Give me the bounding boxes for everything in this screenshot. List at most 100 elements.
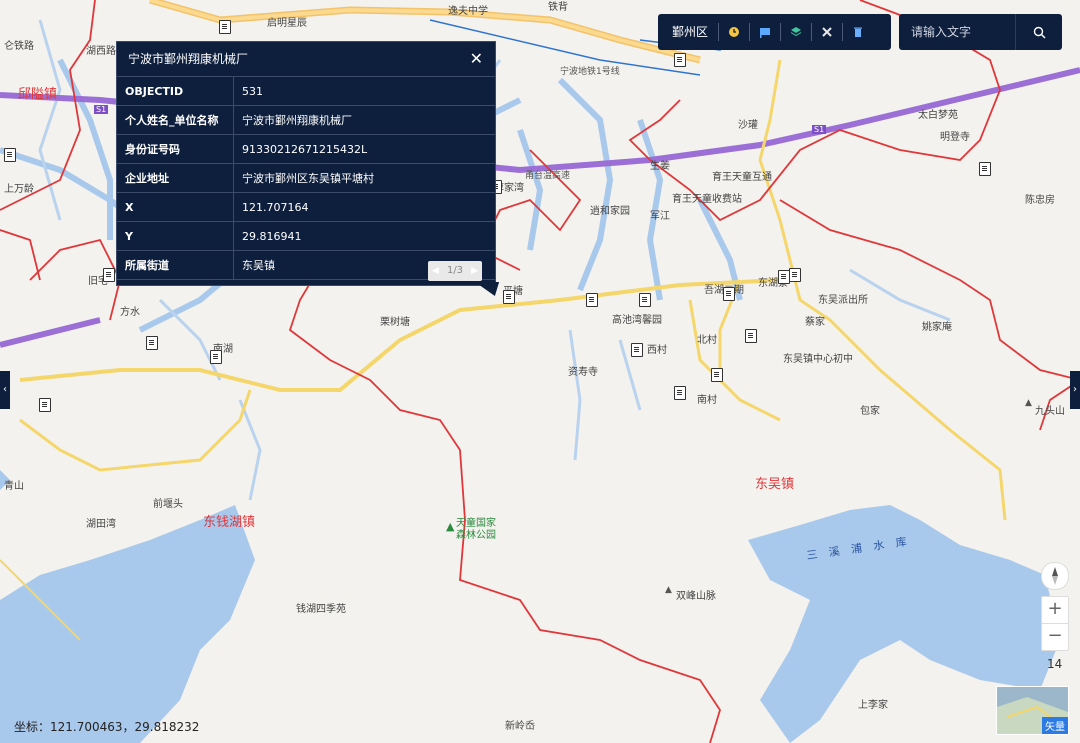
attr-key: X (117, 192, 234, 222)
poi-document-icon[interactable] (979, 162, 991, 176)
poi-document-icon[interactable] (39, 398, 51, 412)
flag-icon[interactable] (750, 23, 782, 41)
town-label-qiuai: 邱隘镇 (18, 87, 58, 102)
poi-document-icon[interactable] (674, 53, 686, 67)
poi-document-icon[interactable] (789, 268, 801, 282)
popup-header: 宁波市鄞州翔康机械厂 ✕ (117, 42, 495, 77)
poi-document-icon[interactable] (103, 268, 115, 282)
tools-icon[interactable] (812, 23, 844, 41)
place-label: 甬台温高速 (525, 171, 571, 181)
poi-document-icon[interactable] (711, 368, 723, 382)
zoom-out-button[interactable]: − (1041, 623, 1069, 651)
table-row: 个人姓名_单位名称 宁波市鄞州翔康机械厂 (117, 105, 495, 135)
poi-document-icon[interactable] (219, 20, 231, 34)
table-row: 身份证号码 91330212671215432L (117, 134, 495, 164)
compass-icon[interactable] (1041, 562, 1069, 590)
table-row: Y 29.816941 (117, 221, 495, 251)
place-label: 栗树塘 (380, 317, 410, 328)
zoom-in-button[interactable]: + (1041, 596, 1069, 624)
search-button[interactable] (1015, 14, 1062, 50)
coordinate-readout: 坐标：121.700463，29.818232 (14, 720, 200, 734)
highway-shield: S1 (94, 105, 109, 114)
search-box (899, 14, 1062, 50)
left-panel-toggle[interactable]: ‹ (0, 371, 10, 409)
basemap-switcher[interactable]: 矢量 (996, 686, 1069, 735)
place-label: 东吴镇中心初中 (783, 354, 853, 365)
attr-value: 宁波市鄞州区东吴镇平塘村 (233, 163, 495, 193)
place-label: 高池湾馨园 (612, 315, 662, 326)
attr-value: 宁波市鄞州翔康机械厂 (233, 105, 495, 135)
attr-value: 29.816941 (233, 221, 495, 251)
poi-document-icon[interactable] (639, 293, 651, 307)
table-row: X 121.707164 (117, 192, 495, 222)
place-label: 明登寺 (940, 132, 970, 143)
poi-document-icon[interactable] (745, 329, 757, 343)
place-label: 青山 (4, 481, 24, 492)
layers-icon[interactable] (781, 23, 813, 41)
place-label: 仑铁路 (4, 41, 34, 52)
place-label: 沙瓘 (738, 120, 758, 131)
poi-document-icon[interactable] (586, 293, 598, 307)
table-row: 企业地址 宁波市鄞州区东吴镇平塘村 (117, 163, 495, 193)
pager-label: 1/3 (446, 265, 464, 276)
place-label: 陈忠房 (1025, 195, 1055, 206)
place-label: 方水 (120, 307, 140, 318)
feature-info-popup: 宁波市鄞州翔康机械厂 ✕ OBJECTID 531 个人姓名_单位名称 宁波市鄞州翔… (116, 41, 496, 286)
map-toolbar: 鄞州区 (658, 14, 891, 50)
poi-document-icon[interactable] (631, 343, 643, 357)
clock-icon[interactable] (719, 23, 751, 41)
attribute-table: OBJECTID 531 个人姓名_单位名称 宁波市鄞州翔康机械厂 身份证号码 913… (117, 77, 495, 280)
town-label-dongwu: 东吴镇 (755, 477, 795, 492)
popup-title: 宁波市鄞州翔康机械厂 (128, 52, 249, 66)
attr-key: 企业地址 (117, 163, 234, 193)
place-label: 逍和家园 (590, 206, 630, 217)
close-icon[interactable]: ✕ (470, 42, 483, 76)
mountain-icon: ▲ (1025, 398, 1032, 408)
place-label: 铁背 (548, 2, 568, 13)
attr-value: 531 (233, 77, 495, 106)
place-label: 育王天童互通 (712, 172, 772, 183)
highway-shield: S1 (812, 125, 827, 134)
right-panel-toggle[interactable]: › (1070, 371, 1080, 409)
place-label: 钱湖四季苑 (296, 604, 346, 615)
poi-document-icon[interactable] (4, 148, 16, 162)
popup-pager: ◀ 1/3 ▶ (428, 261, 482, 281)
place-label: 包家 (860, 406, 880, 417)
basemap-label: 矢量 (1042, 717, 1068, 734)
search-input[interactable] (899, 24, 1025, 40)
place-label: 启明星辰 (267, 18, 307, 29)
place-label: 宁波地铁1号线 (560, 67, 620, 77)
poi-document-icon[interactable] (723, 287, 735, 301)
place-label: 双峰山脉 (676, 591, 716, 602)
place-label: 九头山 (1035, 406, 1065, 417)
table-row: OBJECTID 531 (117, 77, 495, 106)
attr-key: 个人姓名_单位名称 (117, 105, 234, 135)
attr-value: 91330212671215432L (233, 134, 495, 164)
poi-document-icon[interactable] (210, 350, 222, 364)
district-selector[interactable]: 鄞州区 (658, 23, 720, 41)
place-label: 北村 (697, 335, 717, 346)
pager-prev-button[interactable]: ◀ (432, 261, 439, 281)
search-icon (1033, 26, 1045, 38)
place-label: 资寿寺 (568, 367, 598, 378)
tree-icon: ▲ (446, 520, 455, 533)
place-label: 东吴派出所 (818, 295, 868, 306)
poi-document-icon[interactable] (674, 386, 686, 400)
zoom-level: 14 (1047, 657, 1063, 671)
place-label: 上李家 (858, 700, 888, 711)
trash-icon[interactable] (843, 23, 873, 41)
place-label: 育王天童收费站 (672, 194, 742, 205)
attr-key: 所属街道 (117, 250, 234, 280)
park-label: 天童国家森林公园 (456, 518, 496, 541)
place-label: 姚家庵 (922, 322, 952, 333)
attr-key: 身份证号码 (117, 134, 234, 164)
place-label: 生姜 (650, 161, 670, 172)
place-label: 新岭岙 (505, 721, 535, 732)
place-label: 南村 (697, 395, 717, 406)
pager-next-button[interactable]: ▶ (471, 261, 478, 281)
place-label: 湖西路 (86, 46, 116, 57)
poi-document-icon[interactable] (146, 336, 158, 350)
mountain-icon: ▲ (665, 585, 672, 595)
place-label: 西村 (647, 345, 667, 356)
place-label: 蔡家 (805, 317, 825, 328)
